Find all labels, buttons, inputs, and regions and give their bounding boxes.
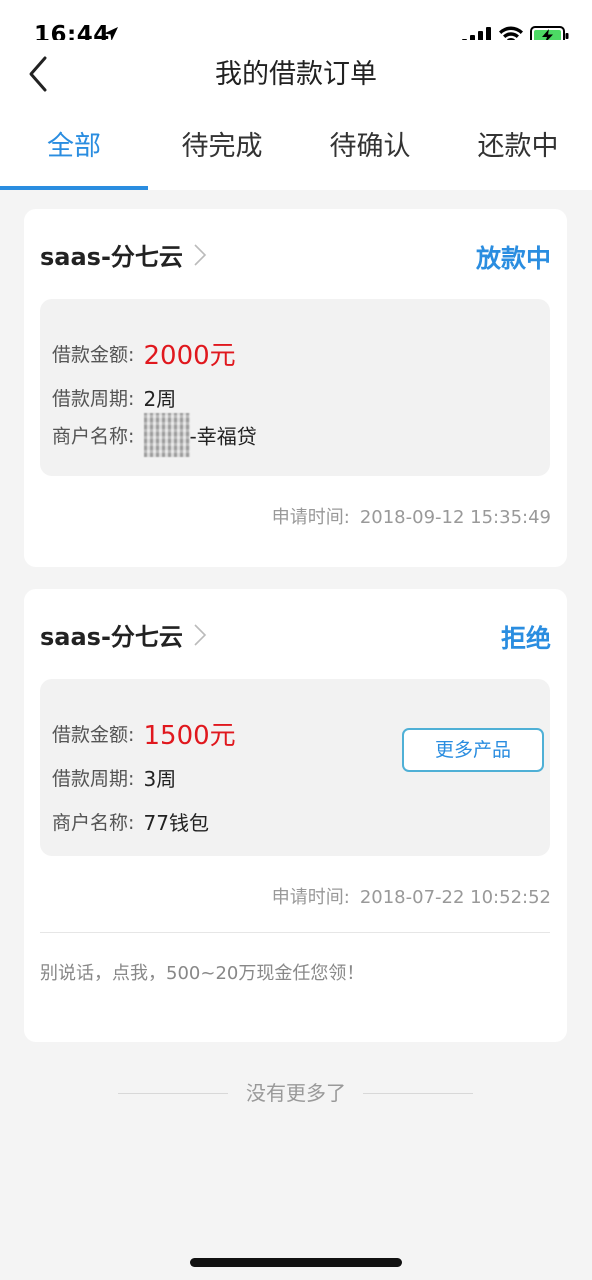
- order-status: 拒绝: [500, 624, 551, 653]
- active-tab-indicator: [0, 186, 148, 190]
- provider-name: saas-分七云: [40, 243, 183, 271]
- period-label: 借款周期:: [52, 388, 135, 410]
- merchant-label: 商户名称:: [52, 812, 135, 834]
- provider-link[interactable]: saas-分七云: [40, 617, 207, 657]
- order-card: saas-分七云 放款中 借款金额: 2000元 借款周期: 2周 商户名称: …: [24, 209, 567, 567]
- merchant-row: 商户名称: -幸福贷: [52, 413, 257, 457]
- amount-label: 借款金额:: [52, 724, 135, 746]
- period-row: 借款周期: 2周: [52, 383, 176, 412]
- order-detail-box: 借款金额: 2000元 借款周期: 2周 商户名称: -幸福贷: [40, 299, 550, 476]
- loan-period: 2周: [143, 387, 177, 411]
- end-of-list: 没有更多了: [0, 1077, 592, 1109]
- merchant-name: -幸福贷: [189, 424, 257, 449]
- page-title: 我的借款订单: [215, 59, 377, 90]
- promo-link[interactable]: 别说话，点我，500~20万现金任您领！: [40, 959, 364, 985]
- order-card: saas-分七云 拒绝 借款金额: 1500元 借款周期: 3周 商户名称: 7…: [24, 589, 567, 1042]
- merchant-label: 商户名称:: [52, 425, 135, 448]
- loan-amount: 1500元: [143, 721, 236, 751]
- tab-repaying[interactable]: 还款中: [444, 112, 592, 190]
- order-detail-box: 借款金额: 1500元 借款周期: 3周 商户名称: 77钱包 更多产品: [40, 679, 550, 856]
- period-label: 借款周期:: [52, 768, 135, 790]
- chevron-right-icon: [194, 243, 207, 266]
- card-divider: [40, 932, 550, 933]
- order-status: 放款中: [475, 244, 551, 273]
- apply-time-label: 申请时间:: [271, 507, 350, 528]
- more-products-button[interactable]: 更多产品: [402, 728, 544, 772]
- no-more-text: 没有更多了: [246, 1081, 346, 1105]
- divider-line: [363, 1093, 473, 1094]
- chevron-right-icon: [194, 623, 207, 646]
- tab-to-confirm[interactable]: 待确认: [296, 112, 444, 190]
- apply-time: 申请时间: 2018-07-22 10:52:52: [272, 883, 551, 909]
- amount-row: 借款金额: 2000元: [52, 335, 236, 372]
- redacted-merchant-image: [143, 413, 190, 457]
- home-indicator[interactable]: [190, 1258, 402, 1267]
- apply-time-value: 2018-07-22 10:52:52: [359, 887, 551, 908]
- amount-row: 借款金额: 1500元: [52, 715, 236, 752]
- provider-link[interactable]: saas-分七云: [40, 237, 207, 277]
- loan-period: 3周: [143, 767, 177, 791]
- amount-label: 借款金额:: [52, 344, 135, 366]
- merchant-name: 77钱包: [143, 811, 209, 835]
- tab-pending[interactable]: 待完成: [148, 112, 296, 190]
- merchant-row: 商户名称: 77钱包: [52, 807, 209, 836]
- loan-amount: 2000元: [143, 341, 236, 371]
- tab-all[interactable]: 全部: [0, 112, 148, 190]
- tab-bar: 全部 待完成 待确认 还款中: [0, 112, 592, 190]
- provider-name: saas-分七云: [40, 623, 183, 651]
- apply-time-value: 2018-09-12 15:35:49: [359, 507, 551, 528]
- navigation-bar: 我的借款订单: [0, 40, 592, 112]
- period-row: 借款周期: 3周: [52, 763, 176, 792]
- apply-time: 申请时间: 2018-09-12 15:35:49: [272, 503, 551, 529]
- apply-time-label: 申请时间:: [271, 887, 350, 908]
